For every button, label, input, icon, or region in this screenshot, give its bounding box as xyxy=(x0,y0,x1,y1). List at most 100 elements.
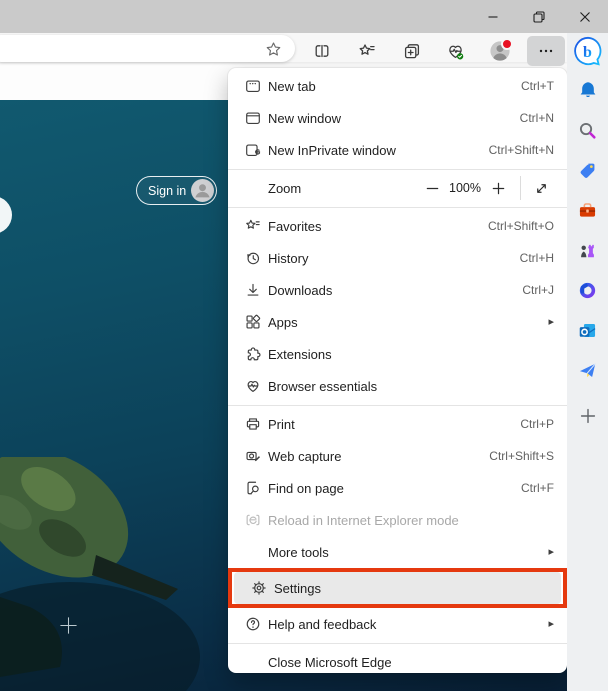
extensions-icon xyxy=(244,345,262,363)
browser-essentials-icon xyxy=(445,41,466,62)
collections-button[interactable] xyxy=(397,36,427,66)
menu-item-shortcut: Ctrl+N xyxy=(520,111,554,125)
svg-text:b: b xyxy=(583,44,592,61)
menu-item-print[interactable]: Print Ctrl+P xyxy=(228,408,567,440)
inprivate-icon xyxy=(244,141,262,159)
sidebar-games-icon[interactable] xyxy=(574,236,602,264)
edge-sidebar: b xyxy=(567,33,608,691)
restore-button[interactable] xyxy=(516,0,562,33)
menu-item-apps[interactable]: Apps▸ xyxy=(228,306,567,338)
menu-item-icon-empty xyxy=(244,543,262,561)
profile-button[interactable] xyxy=(485,36,515,66)
sidebar-add-icon[interactable] xyxy=(574,402,602,430)
sidebar-bing-chat-icon[interactable]: b xyxy=(571,34,605,68)
sidebar-shopping-icon[interactable] xyxy=(574,156,602,184)
menu-item-label: Print xyxy=(268,417,295,432)
split-screen-icon xyxy=(312,41,332,61)
split-screen-button[interactable] xyxy=(307,36,337,66)
add-favorite-button[interactable] xyxy=(258,34,288,64)
sign-in-avatar-icon xyxy=(191,179,214,202)
submenu-arrow-icon: ▸ xyxy=(548,619,554,630)
submenu-arrow-icon: ▸ xyxy=(548,317,554,328)
sidebar-drop-icon[interactable] xyxy=(574,356,602,384)
downloads-icon xyxy=(244,281,262,299)
menu-item-shortcut: Ctrl+H xyxy=(520,251,554,265)
menu-item-label: Find on page xyxy=(268,481,344,496)
zoom-in-button[interactable] xyxy=(485,175,511,201)
menu-item-downloads[interactable]: Downloads Ctrl+J xyxy=(228,274,567,306)
favorites-icon xyxy=(357,41,377,61)
new-window-icon xyxy=(244,109,262,127)
menu-item-label: Help and feedback xyxy=(268,617,376,632)
restore-icon xyxy=(531,9,547,25)
sidebar-outlook-icon[interactable] xyxy=(574,316,602,344)
sea-turtle xyxy=(0,457,260,691)
zoom-separator xyxy=(520,176,521,200)
menu-item-label: Settings xyxy=(274,581,321,596)
menu-item-history[interactable]: HistoryCtrl+H xyxy=(228,242,567,274)
menu-item-label: Downloads xyxy=(268,283,332,298)
menu-item-settings[interactable]: Settings xyxy=(234,572,561,604)
menu-item-find-on-page[interactable]: Find on page Ctrl+F xyxy=(228,472,567,504)
menu-item-shortcut: Ctrl+T xyxy=(521,79,554,93)
favorites-button[interactable] xyxy=(352,36,382,66)
menu-item-browser-essentials[interactable]: Browser essentials xyxy=(228,370,567,402)
menu-item-shortcut: Ctrl+F xyxy=(521,481,554,495)
menu-item-new-window[interactable]: New window Ctrl+N xyxy=(228,102,567,134)
menu-item-label: Web capture xyxy=(268,449,341,464)
sidebar-microsoft-365-icon[interactable] xyxy=(574,276,602,304)
menu-item-favorites[interactable]: FavoritesCtrl+Shift+O xyxy=(228,210,567,242)
submenu-arrow-icon: ▸ xyxy=(548,547,554,558)
zoom-label: Zoom xyxy=(268,181,301,196)
menu-item-label: New window xyxy=(268,111,341,126)
find-icon xyxy=(244,479,262,497)
menu-item-shortcut: Ctrl+J xyxy=(522,283,554,297)
cropped-overlay-circle xyxy=(0,196,12,234)
collections-icon xyxy=(402,41,422,61)
address-bar[interactable] xyxy=(0,35,295,62)
sidebar-notifications-icon[interactable] xyxy=(574,76,602,104)
close-button[interactable] xyxy=(562,0,608,33)
menu-item-close-microsoft-edge[interactable]: Close Microsoft Edge xyxy=(228,646,567,673)
zoom-out-button[interactable] xyxy=(419,175,445,201)
favorites-icon xyxy=(244,217,262,235)
menu-item-shortcut: Ctrl+Shift+N xyxy=(489,143,554,157)
title-bar xyxy=(0,0,608,33)
menu-item-new-tab[interactable]: New tab Ctrl+T xyxy=(228,70,567,102)
menu-item-new-inprivate-window[interactable]: New InPrivate window Ctrl+Shift+N xyxy=(228,134,567,166)
settings-and-more-button[interactable] xyxy=(527,36,565,66)
minimize-icon xyxy=(485,9,501,25)
menu-item-help-and-feedback[interactable]: Help and feedback ▸ xyxy=(228,608,567,640)
menu-item-web-capture[interactable]: Web capture Ctrl+Shift+S xyxy=(228,440,567,472)
settings-icon xyxy=(250,579,268,597)
sidebar-search-icon[interactable] xyxy=(574,116,602,144)
settings-and-more-menu: New tab Ctrl+T New window Ctrl+N New InPriva… xyxy=(228,68,567,673)
browser-essentials-button[interactable] xyxy=(440,36,470,66)
menu-item-label: New InPrivate window xyxy=(268,143,396,158)
sidebar-tools-icon[interactable] xyxy=(574,196,602,224)
add-favorite-star-icon xyxy=(264,40,283,59)
menu-item-shortcut: Ctrl+Shift+O xyxy=(488,219,554,233)
menu-item-label: New tab xyxy=(268,79,316,94)
menu-item-icon-empty xyxy=(244,653,262,671)
zoom-value: 100% xyxy=(445,181,485,195)
fullscreen-button[interactable] xyxy=(528,175,554,201)
new-tab-icon xyxy=(244,77,262,95)
more-ellipsis-icon xyxy=(536,41,556,61)
sign-in-label: Sign in xyxy=(148,184,186,198)
menu-item-shortcut: Ctrl+P xyxy=(520,417,554,431)
apps-icon xyxy=(244,313,262,331)
web-capture-icon xyxy=(244,447,262,465)
menu-item-extensions[interactable]: Extensions xyxy=(228,338,567,370)
close-icon xyxy=(577,9,593,25)
history-icon xyxy=(244,249,262,267)
menu-item-label: Extensions xyxy=(268,347,332,362)
minimize-button[interactable] xyxy=(470,0,516,33)
sign-in-button[interactable]: Sign in xyxy=(136,176,217,205)
menu-item-label: Browser essentials xyxy=(268,379,377,394)
menu-item-label: More tools xyxy=(268,545,329,560)
print-icon xyxy=(244,415,262,433)
menu-item-more-tools[interactable]: More tools ▸ xyxy=(228,536,567,568)
crosshair-mark xyxy=(59,616,78,635)
menu-item-shortcut: Ctrl+Shift+S xyxy=(489,449,554,463)
